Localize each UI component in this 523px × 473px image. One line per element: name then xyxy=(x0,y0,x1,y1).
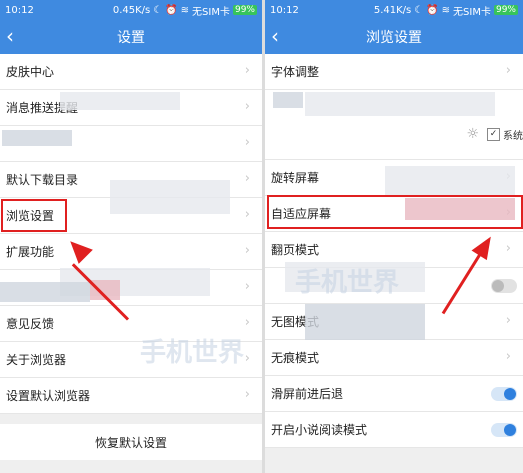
network-speed: 0.45K/s xyxy=(112,4,151,16)
sim-status: 无SIM卡 xyxy=(453,6,491,18)
wifi-icon: ≋ xyxy=(180,4,190,16)
chevron-right-icon: › xyxy=(244,63,250,78)
settings-screen: 10:12 0.45K/s ☾ ⏰ ≋ 无SIM卡 99% ‹ 设置 皮肤中心 ›… xyxy=(0,0,262,473)
battery-indicator: 99% xyxy=(493,5,518,15)
chevron-right-icon: › xyxy=(244,135,250,150)
toggle-switch[interactable] xyxy=(491,279,517,293)
watermark: 手机世界 xyxy=(140,338,245,368)
network-speed: 5.41K/s xyxy=(373,4,412,16)
menu-item-label: 皮肤中心 xyxy=(6,65,55,79)
menu-item-label: 滑屏前进后退 xyxy=(271,387,344,401)
status-time: 10:12 xyxy=(270,4,299,16)
system-brightness-label: 系统 xyxy=(503,130,523,142)
chevron-right-icon: › xyxy=(505,349,511,364)
moon-icon: ☾ xyxy=(414,4,424,16)
alarm-icon: ⏰ xyxy=(426,4,439,16)
menu-item-skin-center[interactable]: 皮肤中心 › xyxy=(0,54,262,90)
title-bar: ‹ 设置 xyxy=(0,20,262,54)
chevron-right-icon: › xyxy=(505,313,511,328)
moon-icon: ☾ xyxy=(153,4,163,16)
menu-item-font-size[interactable]: 字体调整 › xyxy=(265,54,523,90)
blur-overlay xyxy=(2,130,72,146)
chevron-right-icon: › xyxy=(244,243,250,258)
system-brightness-checkbox[interactable]: ✓ xyxy=(487,127,500,141)
chevron-right-icon: › xyxy=(505,241,511,256)
reset-label: 恢复默认设置 xyxy=(94,435,167,450)
blur-overlay xyxy=(385,166,515,196)
blur-overlay xyxy=(0,282,90,302)
blur-overlay xyxy=(110,180,230,214)
chevron-right-icon: › xyxy=(244,207,250,222)
chevron-right-icon: › xyxy=(244,279,250,294)
menu-item-label: 字体调整 xyxy=(271,65,320,79)
status-bar: 10:12 5.41K/s ☾ ⏰ ≋ 无SIM卡 99% xyxy=(265,0,523,20)
chevron-right-icon: › xyxy=(505,63,511,78)
browsing-settings-screen: 10:12 5.41K/s ☾ ⏰ ≋ 无SIM卡 99% ‹ 浏览设置 字体调… xyxy=(265,0,523,473)
swipe-navigation-toggle[interactable] xyxy=(491,387,517,401)
reset-defaults-button[interactable]: 恢复默认设置 xyxy=(0,424,262,460)
status-bar: 10:12 0.45K/s ☾ ⏰ ≋ 无SIM卡 99% xyxy=(0,0,262,20)
alarm-icon: ⏰ xyxy=(165,4,178,16)
chevron-right-icon: › xyxy=(244,315,250,330)
menu-item-label: 意见反馈 xyxy=(6,317,55,331)
back-icon[interactable]: ‹ xyxy=(271,25,279,47)
chevron-right-icon: › xyxy=(244,99,250,114)
title-bar: ‹ 浏览设置 xyxy=(265,20,523,54)
menu-item-label: 开启小说阅读模式 xyxy=(271,423,368,437)
menu-item-label: 旋转屏幕 xyxy=(271,171,320,185)
menu-item-label: 无痕模式 xyxy=(271,351,320,365)
menu-item-label: 扩展功能 xyxy=(6,245,55,259)
menu-item-incognito-mode[interactable]: 无痕模式 › xyxy=(265,340,523,376)
page-title: 设置 xyxy=(117,30,145,46)
menu-item-novel-reading-mode[interactable]: 开启小说阅读模式 xyxy=(265,412,523,448)
blur-overlay xyxy=(60,92,180,110)
menu-item-label: 关于浏览器 xyxy=(6,353,67,367)
brightness-control: ☼ ✓ 系统 xyxy=(466,126,523,142)
blur-overlay xyxy=(305,92,495,116)
wifi-icon: ≋ xyxy=(441,4,451,16)
highlight-box xyxy=(1,199,67,232)
chevron-right-icon: › xyxy=(244,171,250,186)
menu-item-label: 默认下载目录 xyxy=(6,173,79,187)
menu-item-label: 翻页模式 xyxy=(271,243,320,257)
status-time: 10:12 xyxy=(5,4,34,16)
blur-overlay xyxy=(273,92,303,108)
sim-status: 无SIM卡 xyxy=(192,6,230,18)
watermark: 手机世界 xyxy=(295,268,400,298)
chevron-right-icon: › xyxy=(244,387,250,402)
chevron-right-icon: › xyxy=(244,351,250,366)
novel-reading-toggle[interactable] xyxy=(491,423,517,437)
sun-icon: ☼ xyxy=(466,126,479,142)
menu-item-default-browser[interactable]: 设置默认浏览器 › xyxy=(0,378,262,414)
back-icon[interactable]: ‹ xyxy=(6,25,14,47)
blur-overlay xyxy=(305,304,425,340)
menu-item-swipe-navigation[interactable]: 滑屏前进后退 xyxy=(265,376,523,412)
menu-item-extensions[interactable]: 扩展功能 › xyxy=(0,234,262,270)
menu-item-label: 设置默认浏览器 xyxy=(6,389,91,403)
page-title: 浏览设置 xyxy=(366,30,422,46)
battery-indicator: 99% xyxy=(232,5,257,15)
highlight-box xyxy=(267,195,523,229)
